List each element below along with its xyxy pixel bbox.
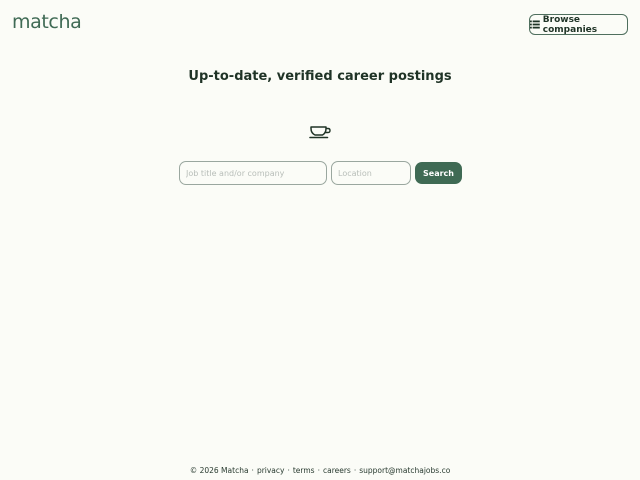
browse-companies-button[interactable]: Browse companies	[529, 14, 628, 35]
location-input[interactable]	[331, 161, 411, 185]
browse-companies-label: Browse companies	[542, 14, 598, 35]
footer-separator: ·	[287, 466, 290, 475]
careers-link[interactable]: careers	[323, 466, 351, 475]
logo[interactable]: matcha	[12, 9, 82, 35]
job-title-input[interactable]	[179, 161, 327, 185]
footer-separator: ·	[251, 466, 254, 475]
footer-separator: ·	[317, 466, 320, 475]
copyright-text: © 2026 Matcha	[189, 466, 249, 475]
terms-link[interactable]: terms	[293, 466, 315, 475]
support-email-link[interactable]: support@matchajobs.co	[359, 466, 450, 475]
footer: © 2026 Matcha · privacy · terms · careers · supp…	[0, 465, 640, 476]
coffee-cup-icon	[309, 126, 331, 139]
privacy-link[interactable]: privacy	[257, 466, 285, 475]
page: matcha Browse companies Up-to-date, veri…	[0, 0, 640, 480]
footer-separator: ·	[353, 466, 357, 475]
page-headline: Up-to-date, verified career postings	[188, 69, 452, 84]
search-button[interactable]: Search	[415, 162, 462, 184]
list-icon	[530, 20, 540, 29]
